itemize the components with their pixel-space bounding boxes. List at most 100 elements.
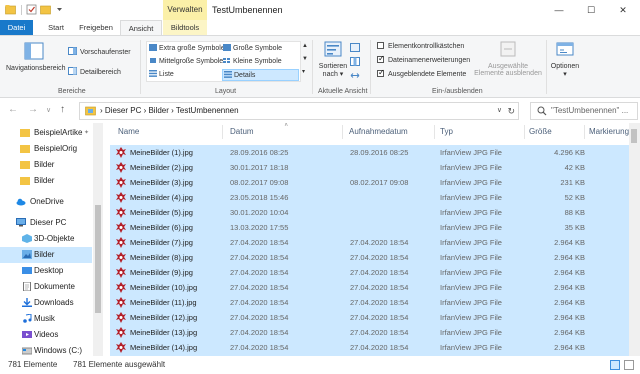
details-view-toggle-icon[interactable] [610,360,620,370]
nav-item-3d-objects[interactable]: 3D-Objekte [0,231,92,247]
scrollbar-thumb[interactable] [95,205,101,313]
quick-access-item-beispielorig[interactable]: BeispielOrig [0,141,92,157]
file-list-scrollbar[interactable] [629,123,640,356]
layout-small-icons[interactable]: Kleine Symbole [223,56,282,68]
recent-locations-icon[interactable]: ∨ [46,106,51,114]
back-arrow-icon[interactable]: ← [8,104,18,115]
nav-item-windows-c[interactable]: Windows (C:) [0,343,92,356]
cell-name[interactable]: MeineBilder (7).jpg [130,235,193,250]
cell-name[interactable]: MeineBilder (2).jpg [130,160,193,175]
tab-picture-tools[interactable]: Bildtools [163,20,207,35]
column-divider[interactable] [584,125,585,139]
table-row[interactable]: MeineBilder (14).jpg 27.04.2020 18:54 27.0… [110,340,630,355]
minimize-button[interactable]: — [544,0,574,20]
table-row[interactable]: MeineBilder (3).jpg 08.02.2017 09:08 08.02… [110,175,630,190]
layout-expand[interactable]: ▾ [302,67,305,78]
table-row[interactable]: MeineBilder (2).jpg 30.01.2017 18:18 Irfan… [110,160,630,175]
large-icons-view-toggle-icon[interactable] [624,360,634,370]
column-header-name[interactable]: Name [118,127,139,136]
properties-icon[interactable] [26,4,37,15]
cell-name[interactable]: MeineBilder (3).jpg [130,175,193,190]
column-header-date[interactable]: Datum [230,127,254,136]
contextual-tab-manage[interactable]: Verwalten [163,0,207,20]
column-header-tags[interactable]: Markierung [589,127,629,136]
preview-pane-button[interactable]: Vorschaufenster [68,47,131,58]
table-row[interactable]: MeineBilder (4).jpg 23.05.2018 15:46 Irfan… [110,190,630,205]
column-header-size[interactable]: Größe [529,127,552,136]
search-placeholder[interactable]: "TestUmbenennen" ... [551,103,628,119]
column-header-date-taken[interactable]: Aufnahmedatum [349,127,408,136]
column-divider[interactable] [524,125,525,139]
details-pane-button[interactable]: Detailbereich [68,67,121,78]
table-row[interactable]: MeineBilder (5).jpg 30.01.2020 10:04 Irfan… [110,205,630,220]
column-divider[interactable] [222,125,223,139]
nav-item-videos[interactable]: Videos [0,327,92,343]
nav-item-documents[interactable]: Dokumente [0,279,92,295]
layout-medium-icons[interactable]: Mittelgroße Symbole [149,56,223,68]
checkbox[interactable] [377,54,385,64]
table-row[interactable]: MeineBilder (13).jpg 27.04.2020 18:54 27.0… [110,325,630,340]
table-row[interactable]: MeineBilder (11).jpg 27.04.2020 18:54 27.0… [110,295,630,310]
quick-access-item-beispielartikel[interactable]: BeispielArtike ✦ [0,125,92,141]
layout-scroll-down[interactable]: ▼ [302,54,308,65]
cell-name[interactable]: MeineBilder (6).jpg [130,220,193,235]
maximize-button[interactable]: ☐ [576,0,606,20]
quick-access-item-bilder-2[interactable]: Bilder [0,173,92,189]
customize-toolbar-icon[interactable] [54,4,65,15]
cell-name[interactable]: MeineBilder (10).jpg [130,280,197,295]
nav-item-downloads[interactable]: Downloads [0,295,92,311]
cell-name[interactable]: MeineBilder (4).jpg [130,190,193,205]
address-dropdown-icon[interactable]: ∨ [497,103,502,119]
nav-item-music[interactable]: Musik [0,311,92,327]
nav-item-this-pc[interactable]: Dieser PC [0,215,92,231]
forward-arrow-icon[interactable]: → [28,104,38,115]
layout-list[interactable]: Liste [149,69,174,81]
checkbox[interactable] [377,42,384,49]
tab-view[interactable]: Ansicht [120,20,162,35]
table-row[interactable]: MeineBilder (6).jpg 13.03.2020 17:55 Irfan… [110,220,630,235]
table-row[interactable]: MeineBilder (8).jpg 27.04.2020 18:54 27.04… [110,250,630,265]
tab-file[interactable]: Datei [0,20,33,35]
quick-access-item-bilder[interactable]: Bilder [0,157,92,173]
address-bar[interactable]: › Dieser PC › Bilder › TestUmbenennen ∨ … [79,102,519,120]
nav-item-desktop[interactable]: Desktop [0,263,92,279]
add-columns-icon[interactable] [350,57,360,66]
layout-large-icons[interactable]: Große Symbole [223,43,282,55]
file-extensions-toggle[interactable]: Dateinamenerweiterungen [377,54,470,66]
cell-name[interactable]: MeineBilder (5).jpg [130,205,193,220]
options-button[interactable]: Optionen ▾ [548,40,582,78]
cell-name[interactable]: MeineBilder (13).jpg [130,325,197,340]
new-folder-icon[interactable] [40,4,51,15]
cell-name[interactable]: MeineBilder (9).jpg [130,265,193,280]
column-divider[interactable] [342,125,343,139]
cell-name[interactable]: MeineBilder (1).jpg [130,145,193,160]
sort-by-button[interactable]: Sortieren nach ▾ [316,40,350,78]
cell-name[interactable]: MeineBilder (14).jpg [130,340,197,355]
hide-selected-items-button[interactable]: Ausgewählte Elemente ausblenden [472,40,544,77]
column-header-type[interactable]: Typ [440,127,453,136]
cell-name[interactable]: MeineBilder (8).jpg [130,250,193,265]
tab-home[interactable]: Start [38,20,74,35]
close-button[interactable]: ✕ [608,0,638,20]
navigation-pane-button[interactable]: Navigationsbereich [6,42,66,72]
group-by-icon[interactable] [350,43,360,52]
column-divider[interactable] [434,125,435,139]
search-box[interactable]: "TestUmbenennen" ... [530,102,638,120]
up-arrow-icon[interactable]: ↑ [60,104,65,115]
table-row[interactable]: MeineBilder (10).jpg 27.04.2020 18:54 27.0… [110,280,630,295]
checkbox[interactable] [377,68,385,78]
pin-icon[interactable]: ✦ [84,125,89,141]
size-columns-icon[interactable] [350,71,360,80]
cell-name[interactable]: MeineBilder (12).jpg [130,310,197,325]
nav-item-onedrive[interactable]: OneDrive [0,194,92,210]
table-row[interactable]: MeineBilder (9).jpg 27.04.2020 18:54 27.04… [110,265,630,280]
layout-scroll-up[interactable]: ▲ [302,41,308,52]
tab-share[interactable]: Freigeben [76,20,116,35]
table-row[interactable]: MeineBilder (12).jpg 27.04.2020 18:54 27.0… [110,310,630,325]
table-row[interactable]: MeineBilder (7).jpg 27.04.2020 18:54 27.04… [110,235,630,250]
scrollbar-thumb[interactable] [631,129,637,143]
layout-extra-large-icons[interactable]: Extra große Symbole [149,43,225,55]
nav-item-pictures[interactable]: Bilder [0,247,92,263]
item-checkboxes-toggle[interactable]: Elementkontrollkästchen [377,42,464,52]
folder-icon[interactable] [5,4,16,15]
